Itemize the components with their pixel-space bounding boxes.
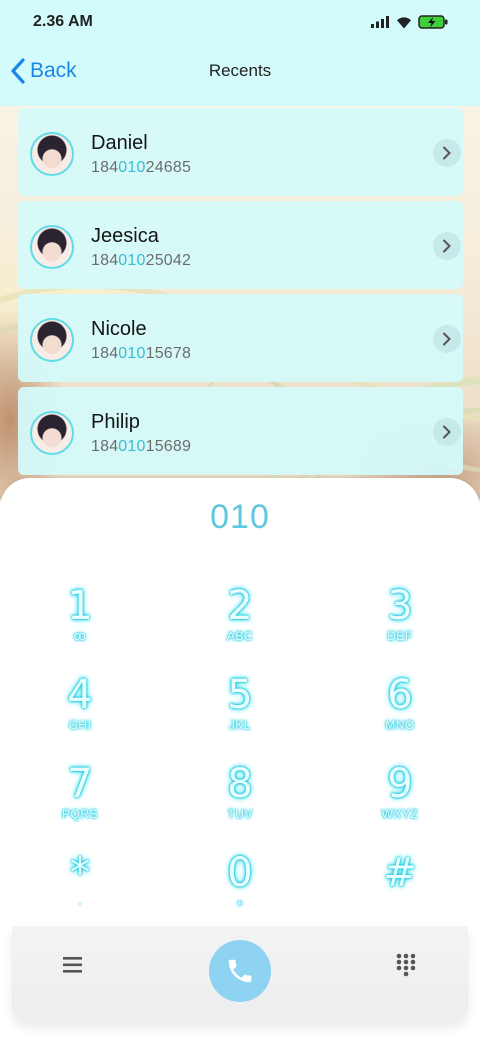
key-8[interactable]: 8 TUV bbox=[180, 764, 300, 844]
keypad-toggle-button[interactable] bbox=[395, 953, 417, 977]
recents-list: Daniel 18401024685 Jeesica 18401025042 N… bbox=[18, 108, 463, 480]
chevron-right-icon bbox=[443, 332, 451, 346]
list-item[interactable]: Daniel 18401024685 bbox=[18, 108, 463, 196]
key-3[interactable]: 3 DEF bbox=[340, 586, 460, 666]
status-icons bbox=[371, 15, 448, 29]
key-hash[interactable]: # bbox=[340, 853, 460, 933]
detail-button[interactable] bbox=[433, 418, 461, 446]
wifi-icon bbox=[397, 16, 411, 28]
key-digit: 1 bbox=[67, 583, 93, 629]
contact-number: 18401024685 bbox=[91, 159, 192, 176]
phone-icon bbox=[228, 959, 252, 983]
call-button[interactable] bbox=[209, 940, 271, 1002]
key-letters: ABC bbox=[226, 629, 254, 643]
contact-name: Philip bbox=[91, 411, 140, 433]
key-digit: # bbox=[383, 850, 417, 896]
bottom-action-bar bbox=[12, 926, 468, 1022]
nav-header: Back Recents bbox=[0, 44, 480, 106]
signal-icon bbox=[371, 16, 389, 28]
dialed-number-display: 010 bbox=[210, 498, 270, 536]
chevron-right-icon bbox=[443, 146, 451, 160]
status-time: 2.36 AM bbox=[33, 13, 93, 30]
key-9[interactable]: 9 WXYZ bbox=[340, 764, 460, 844]
contact-name: Daniel bbox=[91, 132, 148, 154]
list-item[interactable]: Jeesica 18401025042 bbox=[18, 201, 463, 289]
key-5[interactable]: 5 JKL bbox=[180, 675, 300, 755]
number-match-highlight: 010 bbox=[118, 438, 146, 455]
avatar bbox=[30, 225, 74, 269]
key-2[interactable]: 2 ABC bbox=[180, 586, 300, 666]
key-digit: 2 bbox=[227, 583, 253, 629]
avatar bbox=[30, 318, 74, 362]
key-letters: MNO bbox=[385, 718, 415, 732]
key-letters: PQRS bbox=[61, 807, 98, 821]
key-7[interactable]: 7 PQRS bbox=[20, 764, 140, 844]
key-4[interactable]: 4 GHI bbox=[20, 675, 140, 755]
number-match-highlight: 010 bbox=[118, 345, 146, 362]
detail-button[interactable] bbox=[433, 139, 461, 167]
key-letters: · bbox=[77, 896, 83, 910]
chevron-right-icon bbox=[443, 239, 451, 253]
key-6[interactable]: 6 MNO bbox=[340, 675, 460, 755]
key-digit: 4 bbox=[67, 672, 93, 718]
contact-number: 18401025042 bbox=[91, 252, 192, 269]
key-digit: 0 bbox=[227, 850, 253, 896]
key-letters: TUV bbox=[227, 807, 253, 821]
key-digit: 5 bbox=[227, 672, 253, 718]
detail-button[interactable] bbox=[433, 325, 461, 353]
status-bar: 2.36 AM bbox=[0, 0, 480, 44]
avatar bbox=[30, 411, 74, 455]
list-item[interactable]: Nicole 18401015678 bbox=[18, 294, 463, 382]
battery-charging-icon bbox=[418, 15, 448, 29]
contact-number: 18401015689 bbox=[91, 438, 192, 455]
contact-number: 18401015678 bbox=[91, 345, 192, 362]
key-letters: + bbox=[236, 896, 244, 910]
contact-name: Jeesica bbox=[91, 225, 159, 247]
key-1[interactable]: 1ꝏ bbox=[20, 586, 140, 666]
key-digit: 7 bbox=[67, 761, 93, 807]
key-letters: DEF bbox=[387, 629, 413, 643]
page-title: Recents bbox=[208, 61, 272, 80]
key-digit: 9 bbox=[387, 761, 413, 807]
chevron-right-icon bbox=[443, 425, 451, 439]
keypad-icon bbox=[396, 953, 416, 977]
key-star[interactable]: * · bbox=[20, 853, 140, 933]
key-digit: * bbox=[70, 850, 90, 896]
key-digit: 8 bbox=[227, 761, 253, 807]
key-digit: 3 bbox=[387, 583, 413, 629]
number-match-highlight: 010 bbox=[118, 159, 146, 176]
number-match-highlight: 010 bbox=[118, 252, 146, 269]
list-item[interactable]: Philip 18401015689 bbox=[18, 387, 463, 475]
menu-button[interactable] bbox=[62, 954, 84, 976]
avatar bbox=[30, 132, 74, 176]
detail-button[interactable] bbox=[433, 232, 461, 260]
key-digit: 6 bbox=[387, 672, 413, 718]
menu-icon bbox=[63, 957, 82, 973]
key-letters: WXYZ bbox=[381, 807, 419, 821]
key-letters: JKL bbox=[228, 718, 252, 732]
contact-name: Nicole bbox=[91, 318, 147, 340]
key-letters: ꝏ bbox=[73, 629, 87, 643]
key-letters: GHI bbox=[68, 718, 92, 732]
key-0[interactable]: 0 + bbox=[180, 853, 300, 933]
